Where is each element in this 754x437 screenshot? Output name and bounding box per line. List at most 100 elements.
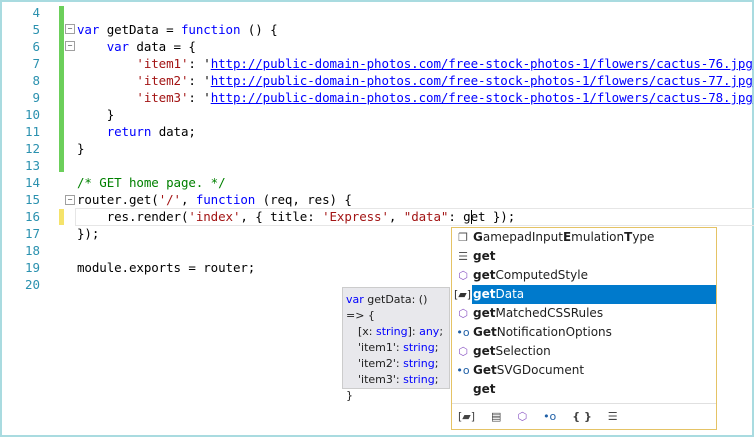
code-token: () {: [240, 22, 278, 37]
properties-filter-icon[interactable]: ▤: [491, 410, 501, 423]
completion-item[interactable]: ⬡ getMatchedCSSRules: [452, 304, 716, 323]
code-line[interactable]: 'item1': 'http://public-domain-photos.co…: [77, 55, 754, 72]
code-token: 'Express': [322, 209, 389, 224]
method-icon: ⬡: [458, 307, 468, 320]
line-number: 4: [32, 5, 40, 20]
line-number: 19: [24, 260, 40, 275]
variables-filter-icon[interactable]: [▰]: [458, 410, 475, 423]
keywords-filter-icon[interactable]: ☰: [608, 410, 618, 423]
code-token: data = {: [128, 39, 196, 54]
tooltip-type: string: [403, 357, 435, 370]
code-token: "data": [403, 209, 449, 224]
tooltip-text: [x:: [358, 325, 377, 338]
code-line[interactable]: return data;: [77, 123, 196, 140]
url-link[interactable]: http://public-domain-photos.com/free-sto…: [211, 73, 753, 88]
code-token: '/': [158, 192, 181, 207]
completion-item-label: Get: [473, 325, 497, 339]
method-icon: ⬡: [458, 345, 468, 358]
completion-item-label: get: [473, 344, 496, 358]
completion-item[interactable]: •o GetNotificationOptions: [452, 323, 716, 342]
tooltip-text: 'item1':: [358, 341, 404, 354]
code-line[interactable]: }: [77, 106, 115, 123]
variable-icon: [▰]: [454, 288, 472, 301]
completion-item-label: E: [562, 230, 572, 244]
completion-item[interactable]: ❐ GamepadInputEmulationType: [452, 228, 716, 247]
line-number: 18: [24, 243, 40, 258]
changed-lines-indicator: [59, 6, 64, 172]
tooltip-type: string: [403, 373, 435, 386]
line-number: 14: [24, 175, 40, 190]
code-token: 'index': [188, 209, 241, 224]
completion-item-label: Data: [495, 287, 525, 301]
code-line[interactable]: router.get('/', function (req, res) {: [77, 191, 352, 208]
completion-item[interactable]: •o GetSVGDocument: [452, 361, 716, 380]
line-number: 13: [24, 158, 40, 173]
line-number: 6: [32, 39, 40, 54]
tooltip-text: ;: [434, 373, 439, 386]
code-line[interactable]: var data = {: [77, 38, 196, 55]
completion-item-label: amepadInput: [482, 230, 563, 244]
code-line[interactable]: var getData = function () {: [77, 21, 278, 38]
completion-item[interactable]: [▰] getData: [454, 285, 716, 304]
fold-collapse-icon[interactable]: −: [65, 41, 75, 51]
code-editor[interactable]: − − − 4 5 var getData = function () { 6 var…: [0, 0, 754, 437]
line-number: 9: [32, 90, 40, 105]
methods-filter-icon[interactable]: ⬡: [517, 410, 527, 423]
line-number: 5: [32, 22, 40, 37]
line-number: 8: [32, 73, 40, 88]
interfaces-filter-icon[interactable]: •o: [543, 410, 556, 423]
line-number: 16: [24, 209, 40, 224]
completion-item-label: MatchedCSSRules: [495, 306, 604, 320]
fold-collapse-icon[interactable]: −: [65, 195, 75, 205]
code-token: var: [106, 39, 129, 54]
tooltip-text: }: [346, 389, 353, 402]
url-link[interactable]: http://public-domain-photos.com/free-sto…: [211, 90, 753, 105]
line-number: 11: [24, 124, 40, 139]
completion-item[interactable]: ☰ get: [452, 247, 716, 266]
code-token: }: [77, 107, 115, 122]
code-token: var: [77, 22, 100, 37]
fold-collapse-icon[interactable]: −: [65, 24, 75, 34]
completion-item-label: mulation: [571, 230, 625, 244]
code-token: /* GET home page. */: [77, 175, 226, 190]
code-line[interactable]: });: [77, 225, 99, 242]
code-line[interactable]: /* GET home page. */: [77, 174, 226, 191]
line-number: 12: [24, 141, 40, 156]
code-line[interactable]: res.render('index', { title: 'Express', …: [77, 208, 516, 225]
code-token: ': [203, 90, 211, 105]
enum-type-icon: ❐: [458, 231, 468, 244]
code-token: });: [77, 226, 100, 241]
code-line[interactable]: 'item2': 'http://public-domain-photos.co…: [77, 72, 754, 89]
line-number: 15: [24, 192, 40, 207]
url-link[interactable]: http://public-domain-photos.com/free-sto…: [211, 56, 753, 71]
code-line[interactable]: 'item3': 'http://public-domain-photos.co…: [77, 89, 754, 106]
completion-item[interactable]: ⬡ getSelection: [452, 342, 716, 361]
completion-filter-bar: [▰] ▤ ⬡ •o { } ☰: [452, 403, 716, 429]
code-token: module.exports = router;: [77, 260, 256, 275]
code-token: , { title:: [240, 209, 323, 224]
interface-icon: •o: [456, 364, 470, 377]
code-token: return: [106, 124, 152, 139]
code-line[interactable]: }: [77, 140, 85, 157]
completion-item-label: get: [473, 382, 496, 396]
tooltip-text: ;: [434, 357, 439, 370]
completion-item[interactable]: get: [452, 380, 716, 399]
code-line[interactable]: module.exports = router;: [77, 259, 255, 276]
tooltip-keyword: var: [346, 293, 364, 306]
unsaved-line-indicator: [59, 209, 64, 225]
code-token: ,: [388, 209, 404, 224]
keyword-icon: ☰: [458, 250, 468, 263]
tooltip-text: ]:: [407, 325, 420, 338]
code-token: :: [188, 90, 204, 105]
code-token: getData =: [99, 22, 181, 37]
tooltip-type: string: [376, 325, 408, 338]
code-token: function: [195, 192, 256, 207]
code-token: 'item2': [136, 73, 189, 88]
intellisense-completion-list[interactable]: ❐ GamepadInputEmulationType ☰ get ⬡ getComput…: [451, 227, 717, 430]
code-token: function: [180, 22, 241, 37]
modules-filter-icon[interactable]: { }: [572, 410, 592, 423]
tooltip-type: string: [403, 341, 435, 354]
completion-item[interactable]: ⬡ getComputedStyle: [452, 266, 716, 285]
